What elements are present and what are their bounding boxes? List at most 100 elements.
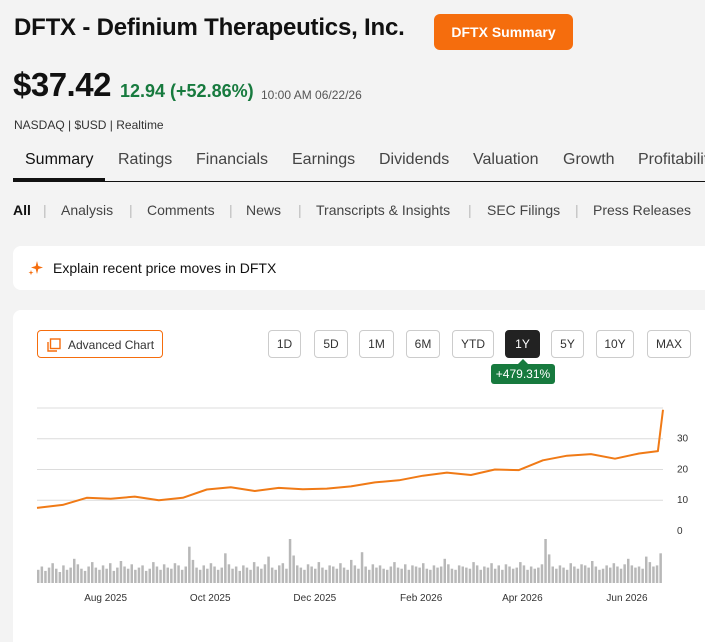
volume-bar	[317, 562, 321, 583]
volume-bar	[368, 569, 371, 583]
volume-bar	[515, 567, 518, 583]
volume-bar	[224, 553, 227, 583]
y-tick-label: 10	[677, 495, 689, 506]
volume-bar	[270, 567, 274, 583]
volume-bar	[353, 565, 357, 583]
volume-bar	[447, 564, 450, 583]
volume-bar	[83, 570, 87, 583]
separator: |	[575, 202, 579, 218]
volume-bar	[220, 567, 223, 583]
volume-bar	[479, 569, 482, 583]
separator: |	[43, 202, 47, 218]
exchange-info: NASDAQ | $USD | Realtime	[14, 118, 164, 132]
volume-bar	[400, 568, 403, 583]
volume-bar	[238, 570, 241, 583]
volume-bar	[526, 569, 529, 583]
volume-bar	[144, 570, 148, 583]
volume-bar	[555, 568, 558, 583]
volume-bar	[407, 569, 411, 583]
volume-bar	[504, 564, 508, 583]
volume-bar	[529, 566, 533, 583]
volume-bar	[159, 569, 162, 583]
volume-bar	[576, 568, 580, 583]
volume-bar	[55, 568, 58, 583]
volume-bar	[378, 565, 382, 583]
volume-bar	[274, 569, 277, 583]
volume-bar	[306, 564, 310, 583]
volume-bar	[191, 559, 195, 583]
explain-price-moves-button[interactable]: Explain recent price moves in DFTX	[13, 246, 705, 290]
volume-bar	[475, 565, 479, 583]
volume-bar	[170, 568, 173, 583]
volume-bar	[213, 566, 216, 583]
tab-dividends[interactable]: Dividends	[379, 151, 449, 169]
volume-bar	[422, 563, 425, 583]
volume-bar	[436, 567, 439, 583]
volume-bar	[490, 563, 493, 583]
tab-growth[interactable]: Growth	[563, 151, 615, 169]
volume-bar	[583, 565, 587, 583]
separator: |	[468, 202, 472, 218]
volume-bar	[537, 567, 540, 583]
volume-bar	[303, 569, 306, 583]
volume-bar	[202, 565, 205, 583]
volume-bar	[184, 566, 187, 583]
price-chart[interactable]: 3020100Aug 2025 Oct 2025 Dec 2025 Feb 2026 A…	[13, 310, 705, 640]
volume-bar	[346, 569, 349, 583]
volume-bar	[292, 555, 295, 583]
volume-bar	[501, 569, 504, 583]
volume-bar	[285, 568, 288, 583]
volume-bar	[116, 567, 119, 583]
volume-bar	[195, 567, 198, 583]
volume-bar	[587, 567, 590, 583]
volume-bar	[296, 565, 299, 583]
tab-valuation[interactable]: Valuation	[473, 151, 539, 169]
volume-bar	[457, 565, 461, 583]
subtab-news[interactable]: News	[246, 202, 281, 218]
subtab-sec-filings[interactable]: SEC Filings	[487, 202, 560, 218]
summary-button[interactable]: DFTX Summary	[434, 14, 573, 50]
volume-bar	[497, 565, 500, 583]
volume-bar	[601, 568, 605, 583]
volume-bar	[544, 539, 547, 583]
volume-bar	[519, 562, 522, 583]
x-tick-label: Aug 2025	[84, 593, 127, 604]
volume-bar	[252, 562, 256, 583]
volume-bar	[404, 564, 407, 583]
volume-bar	[364, 566, 367, 583]
subtab-transcripts[interactable]: Transcripts & Insights	[316, 202, 450, 218]
tab-profitability[interactable]: Profitability	[638, 151, 705, 169]
volume-bar	[547, 554, 551, 583]
subtab-analysis[interactable]: Analysis	[61, 202, 113, 218]
volume-bar	[109, 563, 112, 583]
explain-label: Explain recent price moves in DFTX	[53, 260, 277, 276]
volume-bar	[627, 558, 630, 583]
volume-bar	[432, 565, 436, 583]
volume-bar	[65, 569, 69, 583]
subtab-press-releases[interactable]: Press Releases	[593, 202, 691, 218]
volume-bar	[245, 567, 249, 583]
volume-bar	[558, 565, 562, 583]
y-tick-label: 30	[677, 434, 689, 445]
tab-ratings[interactable]: Ratings	[118, 151, 172, 169]
volume-bar	[580, 564, 583, 583]
volume-bar	[134, 569, 137, 583]
volume-bar	[483, 566, 486, 583]
volume-bar	[648, 562, 652, 583]
volume-bar	[335, 568, 339, 583]
tab-earnings[interactable]: Earnings	[292, 151, 355, 169]
price-line	[36, 409, 664, 509]
volume-bar	[396, 567, 400, 583]
tab-financials[interactable]: Financials	[196, 151, 268, 169]
volume-bar	[350, 559, 353, 583]
volume-bar	[511, 568, 515, 583]
volume-bar	[375, 567, 378, 583]
subtab-all[interactable]: All	[13, 202, 31, 218]
subtab-comments[interactable]: Comments	[147, 202, 215, 218]
separator: |	[129, 202, 133, 218]
volume-bar	[256, 566, 259, 583]
volume-bar	[382, 568, 385, 583]
volume-bar	[612, 563, 616, 583]
volume-bar	[162, 564, 166, 583]
tab-summary[interactable]: Summary	[25, 151, 93, 169]
